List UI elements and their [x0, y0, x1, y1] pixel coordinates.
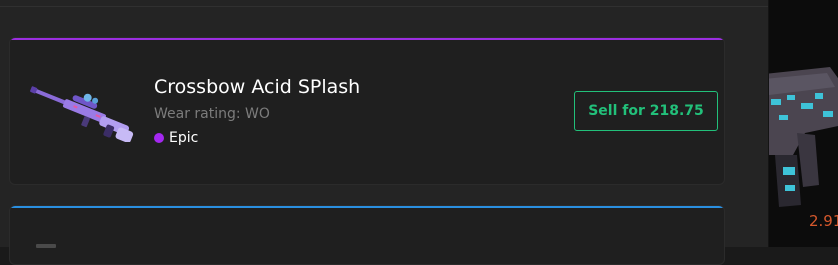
- inventory-item-card: Crossbow Acid SPlash Wear rating: WO Epi…: [9, 37, 725, 185]
- crossbow-icon: [30, 86, 134, 142]
- featured-item-preview: 2.91: [769, 0, 838, 247]
- rarity-label: Epic: [169, 130, 199, 146]
- rarity-accent-bar: [10, 206, 724, 208]
- rarity-badge: Epic: [154, 130, 198, 146]
- item-name: Crossbow Acid SPlash: [154, 76, 361, 98]
- panel-divider: [0, 6, 768, 7]
- rifle-icon: [769, 67, 838, 207]
- rarity-dot-icon: [154, 133, 164, 143]
- inventory-item-card: [9, 205, 725, 265]
- item-wear-rating: Wear rating: WO: [154, 106, 270, 122]
- sell-button[interactable]: Sell for 218.75: [574, 91, 718, 131]
- rarity-accent-bar: [10, 38, 724, 40]
- featured-item-price: 2.91: [809, 212, 838, 230]
- weapon-icon: [36, 244, 56, 248]
- inventory-panel: Crossbow Acid SPlash Wear rating: WO Epi…: [0, 0, 769, 265]
